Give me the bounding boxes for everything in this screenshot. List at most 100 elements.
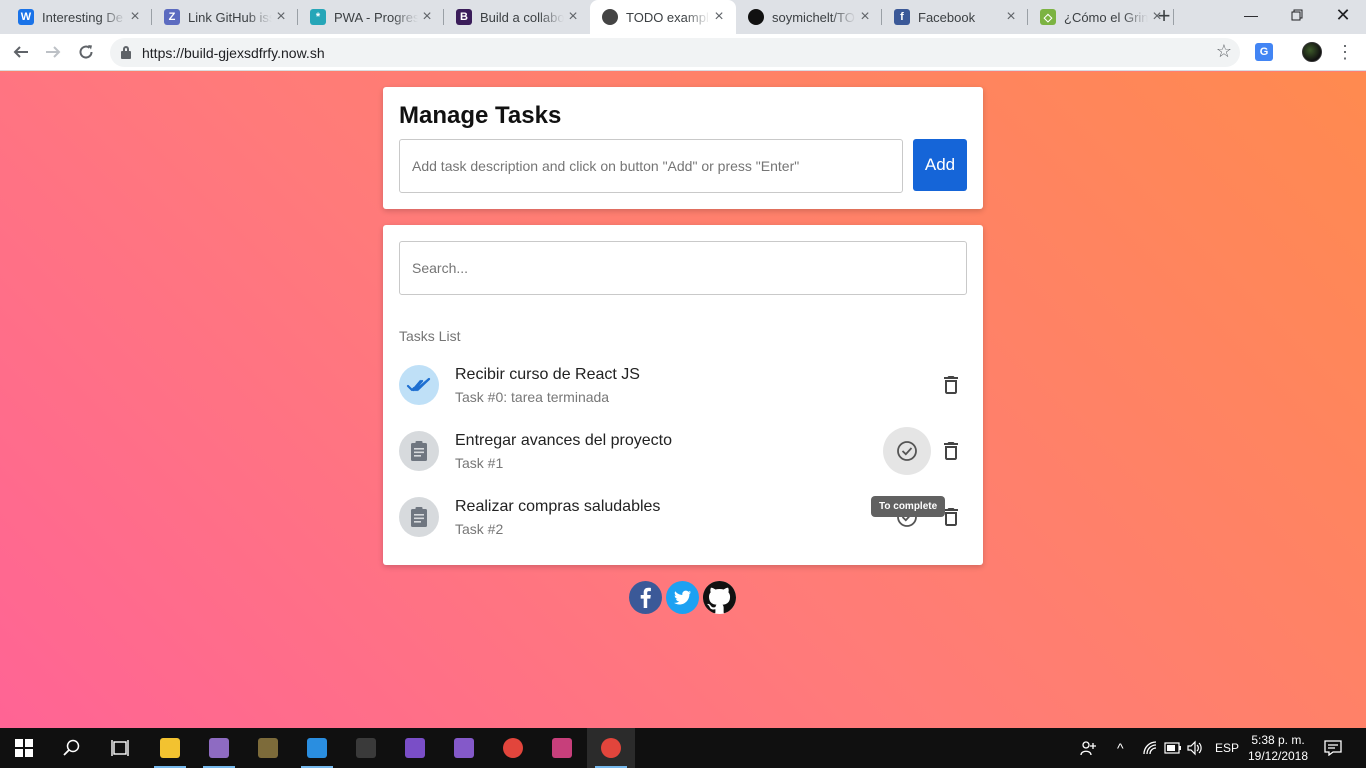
- close-tab-icon[interactable]: ×: [272, 8, 290, 26]
- system-clock[interactable]: 5:38 p. m. 19/12/2018: [1246, 732, 1310, 764]
- assignment-icon: [399, 431, 439, 471]
- task-subtitle: Task #0: tarea terminada: [455, 389, 610, 405]
- browser-tab[interactable]: TODO example ×: [590, 0, 736, 34]
- w-icon: W: [18, 9, 34, 25]
- reload-icon: [79, 45, 93, 59]
- add-task-button[interactable]: Add: [913, 139, 967, 191]
- diamond-icon: ◇: [1040, 9, 1056, 25]
- complete-task-button[interactable]: [883, 427, 931, 475]
- github-icon[interactable]: [703, 581, 736, 614]
- taskbar-app[interactable]: [293, 728, 341, 768]
- tab-title: Facebook: [918, 10, 976, 25]
- social-links: [629, 581, 737, 615]
- tray-chevron-up-icon[interactable]: ^: [1117, 728, 1124, 768]
- search-input[interactable]: [399, 241, 967, 295]
- close-tab-icon[interactable]: ×: [856, 8, 874, 26]
- hyper-icon: [209, 738, 229, 758]
- add-task-card: Manage Tasks Add: [383, 87, 983, 209]
- facebook-icon: f: [894, 9, 910, 25]
- back-button[interactable]: [8, 39, 34, 65]
- taskbar-app[interactable]: [195, 728, 243, 768]
- task-list-card: Tasks List Recibir curso de React JS Tas…: [383, 225, 983, 565]
- people-icon[interactable]: [1080, 728, 1096, 768]
- taskbar-app[interactable]: [146, 728, 194, 768]
- chrome-active-icon: [601, 738, 621, 758]
- translate-extension-icon[interactable]: G: [1255, 43, 1273, 61]
- task-row: Realizar compras saludables Task #2: [383, 484, 983, 550]
- forward-button[interactable]: [40, 39, 66, 65]
- page-title: Manage Tasks: [399, 102, 562, 129]
- taskbar-app[interactable]: [244, 728, 292, 768]
- tab-title: TODO example: [626, 10, 710, 25]
- task-description-input[interactable]: [399, 139, 903, 193]
- browser-tab[interactable]: soymichelt/TO ×: [736, 0, 882, 34]
- chrome-menu-button[interactable]: ⋮: [1336, 39, 1354, 65]
- file-explorer-icon: [160, 738, 180, 758]
- tooltip: To complete: [871, 496, 946, 517]
- windows-taskbar: ^ ESP 5:38 p. m. 19/12/2018: [0, 728, 1366, 768]
- search-button[interactable]: [48, 728, 96, 768]
- delete-task-button[interactable]: [939, 373, 963, 397]
- close-tab-icon[interactable]: ×: [564, 8, 582, 26]
- taskbar-app[interactable]: [538, 728, 586, 768]
- back-arrow-icon: [13, 46, 28, 58]
- forward-arrow-icon: [46, 46, 61, 58]
- task-subtitle: Task #1: [455, 455, 504, 471]
- reload-button[interactable]: [73, 39, 99, 65]
- github-icon: [748, 9, 764, 25]
- taskbar-app[interactable]: [587, 728, 635, 768]
- tab-title: ¿Cómo el Grin: [1064, 10, 1148, 25]
- restore-button[interactable]: [1274, 0, 1320, 30]
- browser-tab[interactable]: f Facebook ×: [882, 0, 1028, 34]
- battery-icon[interactable]: [1164, 728, 1182, 768]
- wifi-icon[interactable]: [1142, 728, 1158, 768]
- twitter-icon[interactable]: [666, 581, 699, 614]
- task-title: Realizar compras saludables: [455, 498, 661, 515]
- tab-title: Build a collabo: [480, 10, 564, 25]
- lock-icon: [121, 46, 131, 59]
- new-tab-button[interactable]: +: [1151, 5, 1177, 29]
- close-tab-icon[interactable]: ×: [710, 8, 728, 26]
- git-icon: [258, 738, 278, 758]
- close-tab-icon[interactable]: ×: [126, 8, 144, 26]
- close-tab-icon[interactable]: ×: [418, 8, 436, 26]
- task-subtitle: Task #2: [455, 521, 504, 537]
- taskbar-app[interactable]: [440, 728, 488, 768]
- delete-task-button[interactable]: [939, 439, 963, 463]
- browser-tab[interactable]: * PWA - Progres ×: [298, 0, 444, 34]
- bookmark-star-icon[interactable]: ☆: [1216, 41, 1232, 62]
- close-tab-icon[interactable]: ×: [1002, 8, 1020, 26]
- vscode-icon: [307, 738, 327, 758]
- check-circle-icon: [897, 441, 917, 461]
- action-center-icon[interactable]: [1324, 728, 1342, 768]
- markdown-editor-icon: [552, 738, 572, 758]
- clock-time: 5:38 p. m.: [1251, 733, 1305, 747]
- volume-icon[interactable]: [1187, 728, 1203, 768]
- book-icon: B: [456, 9, 472, 25]
- input-language[interactable]: ESP: [1215, 728, 1239, 768]
- task-view-button[interactable]: [96, 728, 144, 768]
- taskbar-app[interactable]: [342, 728, 390, 768]
- z-icon: Z: [164, 9, 180, 25]
- minimize-button[interactable]: —: [1228, 0, 1274, 30]
- visual-studio-icon: [405, 738, 425, 758]
- taskbar-app[interactable]: [391, 728, 439, 768]
- tab-title: soymichelt/TO: [772, 10, 855, 25]
- browser-toolbar: https://build-gjexsdfrfy.now.sh ☆ G ⋮: [0, 34, 1366, 71]
- taskbar-app[interactable]: [489, 728, 537, 768]
- tab-title: PWA - Progres: [334, 10, 418, 25]
- tab-title: Link GitHub iss: [188, 10, 272, 25]
- browser-tab[interactable]: B Build a collabo ×: [444, 0, 590, 34]
- restore-icon: [1291, 9, 1303, 21]
- assignment-icon: [399, 497, 439, 537]
- chrome-icon: [503, 738, 523, 758]
- browser-tab[interactable]: Z Link GitHub iss ×: [152, 0, 298, 34]
- browser-tab[interactable]: W Interesting De ×: [6, 0, 152, 34]
- start-button[interactable]: [0, 728, 48, 768]
- windows-logo-icon: [15, 739, 33, 757]
- facebook-icon[interactable]: [629, 581, 662, 614]
- close-window-button[interactable]: ✕: [1320, 0, 1366, 30]
- address-bar[interactable]: https://build-gjexsdfrfy.now.sh ☆: [110, 38, 1240, 67]
- profile-avatar[interactable]: [1302, 42, 1322, 62]
- page-background: Manage Tasks Add Tasks List Recibir curs…: [0, 72, 1366, 728]
